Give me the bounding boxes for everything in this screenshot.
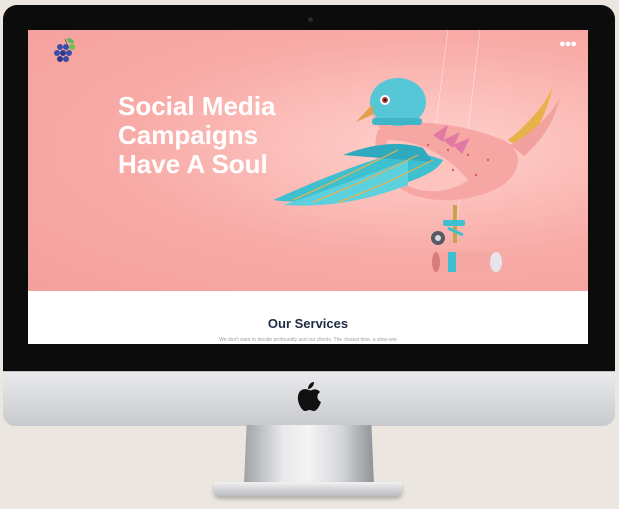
services-section: Our Services We don't want to decide pro…: [28, 291, 588, 344]
hero-section: ●●● Social Media Campaigns Have A Soul: [28, 30, 588, 291]
monitor-base: [214, 482, 402, 496]
monitor-chin: [3, 371, 615, 426]
bird-illustration: [273, 30, 560, 272]
services-subtitle: We don't want to decide profoundly and o…: [219, 337, 397, 343]
imac-mockup: ●●● Social Media Campaigns Have A Soul O…: [0, 0, 619, 509]
apple-icon: [297, 382, 321, 411]
grape-cluster-logo[interactable]: [53, 36, 79, 62]
services-title: Our Services: [267, 316, 349, 331]
website-screen: ●●● Social Media Campaigns Have A Soul O…: [28, 30, 588, 344]
camera-icon: [308, 17, 313, 22]
monitor-stand: [244, 425, 374, 485]
